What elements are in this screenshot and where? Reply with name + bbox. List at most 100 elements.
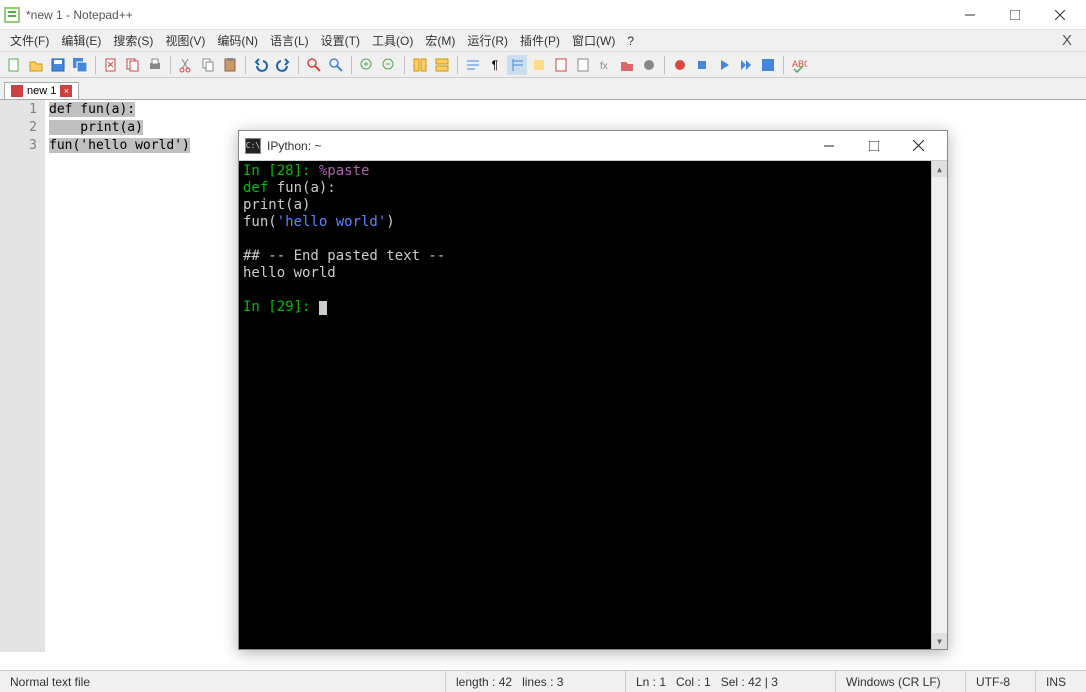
menu-bar: 文件(F) 编辑(E) 搜索(S) 视图(V) 编码(N) 语言(L) 设置(T… [0,30,1086,52]
save-all-icon[interactable] [70,55,90,75]
save-macro-icon[interactable] [758,55,778,75]
ipy-close-button[interactable] [896,132,941,160]
menu-macro[interactable]: 宏(M) [419,30,461,51]
svg-text:ABC: ABC [792,59,807,69]
func-list-icon[interactable]: fx [595,55,615,75]
doc-map-icon[interactable] [551,55,571,75]
ipython-titlebar[interactable]: C:\ IPython: ~ [239,131,947,161]
find-icon[interactable] [304,55,324,75]
minimize-button[interactable] [947,0,992,29]
menu-language[interactable]: 语言(L) [264,30,315,51]
monitor-icon[interactable] [639,55,659,75]
menu-run[interactable]: 运行(R) [461,30,514,51]
status-insert: INS [1036,671,1086,692]
menu-settings[interactable]: 设置(T) [315,30,366,51]
ipy-code: ) [386,214,394,230]
undo-icon[interactable] [251,55,271,75]
all-chars-icon[interactable]: ¶ [485,55,505,75]
folder-icon[interactable] [617,55,637,75]
status-col: Col : 1 [676,675,711,689]
wordwrap-icon[interactable] [463,55,483,75]
play-multi-icon[interactable] [736,55,756,75]
window-title: *new 1 - Notepad++ [26,8,947,22]
status-encoding: UTF-8 [966,671,1036,692]
code-line: print(a) [49,120,143,135]
udl-icon[interactable] [529,55,549,75]
ipy-maximize-button[interactable] [851,132,896,160]
tab-new1[interactable]: new 1 × [4,82,79,99]
menu-window[interactable]: 窗口(W) [566,30,621,51]
doc-list-icon[interactable] [573,55,593,75]
play-macro-icon[interactable] [714,55,734,75]
sync-v-icon[interactable] [410,55,430,75]
zoom-out-icon[interactable] [379,55,399,75]
menu-edit[interactable]: 编辑(E) [55,30,107,51]
line-gutter: 1 2 3 [0,100,45,652]
status-bar: Normal text file length : 42 lines : 3 L… [0,670,1086,692]
scroll-up-icon[interactable]: ▲ [932,161,947,177]
menu-plugins[interactable]: 插件(P) [514,30,566,51]
zoom-in-icon[interactable] [357,55,377,75]
indent-guide-icon[interactable] [507,55,527,75]
ipy-kw: def [243,180,268,196]
close-icon[interactable] [101,55,121,75]
copy-icon[interactable] [198,55,218,75]
ipy-magic: %paste [319,163,370,179]
close-document-button[interactable]: X [1052,32,1082,49]
sync-h-icon[interactable] [432,55,452,75]
close-button[interactable] [1037,0,1082,29]
print-icon[interactable] [145,55,165,75]
open-file-icon[interactable] [26,55,46,75]
paste-icon[interactable] [220,55,240,75]
redo-icon[interactable] [273,55,293,75]
ipython-terminal[interactable]: In [28]: %paste def fun(a): print(a) fun… [239,161,947,649]
status-length: length : 42 [456,675,512,689]
status-eol: Windows (CR LF) [836,671,966,692]
menu-view[interactable]: 视图(V) [159,30,211,51]
ipy-code: fun( [243,214,277,230]
status-lines: lines : 3 [522,675,563,689]
toolbar: ¶ fx ABC [0,52,1086,78]
window-titlebar: *new 1 - Notepad++ [0,0,1086,30]
ipy-scrollbar[interactable]: ▲ ▼ [931,161,947,649]
ipy-code: fun(a): [268,180,335,196]
scroll-down-icon[interactable]: ▼ [932,633,947,649]
record-macro-icon[interactable] [670,55,690,75]
tab-modified-icon [11,85,23,97]
stop-macro-icon[interactable] [692,55,712,75]
ipy-minimize-button[interactable] [806,132,851,160]
status-filetype: Normal text file [0,671,446,692]
ipy-prompt: In [28]: [243,163,310,179]
tab-bar: new 1 × [0,78,1086,100]
close-all-icon[interactable] [123,55,143,75]
menu-file[interactable]: 文件(F) [4,30,55,51]
save-icon[interactable] [48,55,68,75]
spellcheck-icon[interactable]: ABC [789,55,809,75]
cut-icon[interactable] [176,55,196,75]
line-number: 3 [0,137,37,155]
ipy-code: print(a) [243,197,310,213]
menu-help[interactable]: ? [621,32,640,50]
cursor [319,301,327,315]
ipython-window[interactable]: C:\ IPython: ~ In [28]: %paste def fun(a… [238,130,948,650]
new-file-icon[interactable] [4,55,24,75]
maximize-button[interactable] [992,0,1037,29]
code-line: def fun(a): [49,102,135,117]
line-number: 2 [0,119,37,137]
status-ln: Ln : 1 [636,675,666,689]
scroll-track[interactable] [932,177,947,633]
menu-search[interactable]: 搜索(S) [107,30,159,51]
replace-icon[interactable] [326,55,346,75]
ipy-output: hello world [243,265,336,281]
svg-text:fx: fx [600,61,608,72]
code-line: fun('hello world') [49,138,190,153]
menu-encoding[interactable]: 编码(N) [211,30,264,51]
app-icon [4,7,20,23]
ipy-end: ## -- End pasted text -- [243,248,445,264]
cmd-icon: C:\ [245,138,261,154]
ipy-str: 'hello world' [277,214,387,230]
line-number: 1 [0,101,37,119]
ipython-title: IPython: ~ [267,139,806,153]
menu-tools[interactable]: 工具(O) [366,30,419,51]
tab-close-icon[interactable]: × [60,85,72,97]
